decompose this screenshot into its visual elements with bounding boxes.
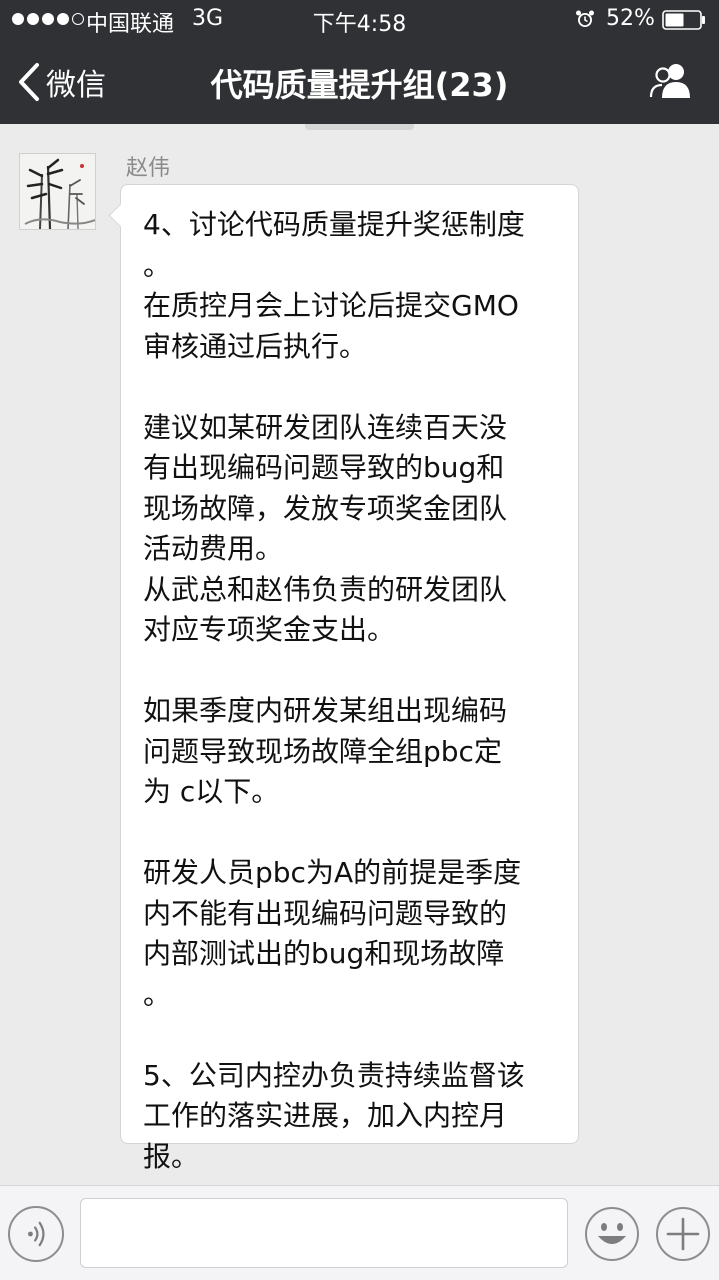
message-line: 内部测试出的bug和现场故障: [143, 937, 505, 970]
message-line: 报。: [143, 1139, 200, 1173]
message-line: 工作的落实进展，加入内控月: [143, 1099, 508, 1132]
plus-icon[interactable]: [655, 1206, 711, 1262]
message-line: 有出现编码问题导致的bug和: [143, 451, 505, 484]
message-line: 问题导致现场故障全组pbc定: [143, 734, 502, 768]
message-line: 。: [143, 977, 172, 1011]
status-bar: 中国联通 3G 下午4:58 52%: [0, 0, 719, 40]
message-line: 活动费用。: [143, 532, 284, 565]
message-line: [143, 651, 558, 692]
group-members-icon[interactable]: [648, 60, 694, 102]
message-line: 。: [143, 248, 172, 282]
message-line: 建议如某研发团队连续百天没: [143, 410, 508, 444]
message-line: 如果季度内研发某组出现编码: [143, 694, 508, 727]
voice-mode-icon[interactable]: [8, 1206, 64, 1262]
chat-message-area[interactable]: 赵伟 4、讨论代码质量提升奖惩制度。在质控月会上讨论后提交GMO 审核通过后执行。…: [0, 124, 719, 1185]
message-line: [143, 367, 558, 408]
message-bubble[interactable]: 4、讨论代码质量提升奖惩制度。在质控月会上讨论后提交GMO 审核通过后执行。 建议如…: [120, 184, 579, 1173]
battery-percent: 52%: [606, 6, 655, 31]
message-line: 4、讨论代码质量提升奖惩制度: [143, 208, 525, 241]
input-bar: [0, 1185, 719, 1280]
message-line: 对应专项奖金支出。: [143, 613, 396, 646]
message-line: 现场故障，发放专项奖金团队: [143, 491, 508, 525]
message-line: 5、公司内控办负责持续监督该: [143, 1058, 525, 1092]
avatar[interactable]: [19, 153, 96, 230]
emoji-smile-icon[interactable]: [584, 1206, 640, 1262]
pull-tab: [305, 124, 414, 130]
chat-title: 代码质量提升组(23): [210, 66, 509, 104]
message-line: 审核通过后执行。: [143, 329, 368, 363]
bamboo-painting-avatar: [20, 154, 95, 229]
nav-bar: 微信 代码质量提升组(23): [0, 40, 719, 124]
message-input[interactable]: [80, 1198, 568, 1268]
alarm-clock-icon: [576, 10, 594, 27]
message-line: 在质控月会上讨论后提交GMO: [143, 289, 519, 322]
message-line: [143, 813, 558, 854]
battery-icon: [662, 10, 705, 30]
top-bar: 中国联通 3G 下午4:58 52% 微信 代码质量提升组(23): [0, 0, 719, 124]
message-line: 内不能有出现编码问题导致的: [143, 896, 508, 930]
message-line: 研发人员pbc为A的前提是季度: [143, 856, 522, 889]
message-line: [143, 1015, 558, 1056]
sender-name: 赵伟: [126, 156, 171, 181]
message-line: 从武总和赵伟负责的研发团队: [143, 572, 508, 606]
message-line: 为 c以下。: [143, 775, 280, 808]
